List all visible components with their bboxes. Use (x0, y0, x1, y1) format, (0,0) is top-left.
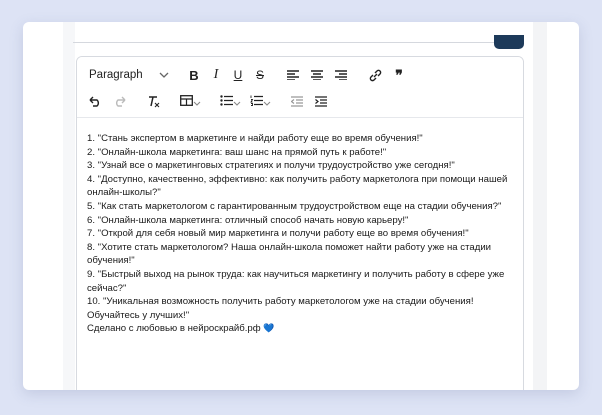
link-icon[interactable] (363, 64, 387, 86)
numbered-list-button[interactable] (245, 90, 275, 112)
bullet-list-button[interactable] (215, 90, 245, 112)
list-item: 1. "Стань экспертом в маркетинге и найди… (87, 133, 423, 144)
list-item: 10. "Уникальная возможность получить раб… (87, 296, 474, 321)
outdent-icon[interactable] (285, 90, 309, 112)
submit-button[interactable] (494, 35, 524, 49)
chevron-down-icon (193, 94, 201, 109)
rich-text-editor: Paragraph B I U S ❞ 1. "Стань экспертом … (76, 56, 524, 390)
editor-content[interactable]: 1. "Стань экспертом в маркетинге и найди… (77, 118, 523, 336)
format-select[interactable]: Paragraph (85, 64, 173, 86)
blue-heart-icon: 💙 (263, 323, 275, 334)
table-button[interactable] (175, 90, 205, 112)
list-item: 6. "Онлайн-школа маркетинга: отличный сп… (87, 214, 409, 226)
strikethrough-button[interactable]: S (249, 64, 271, 86)
list-item: 3. "Узнай все о маркетинговых стратегиях… (87, 160, 455, 172)
chevron-down-icon (263, 94, 271, 109)
redo-icon[interactable] (107, 90, 131, 112)
bullet-list-icon (219, 94, 233, 109)
toolbar-row-2 (77, 87, 523, 115)
chevron-down-icon (233, 94, 241, 109)
align-center-icon[interactable] (305, 64, 329, 86)
bold-button[interactable]: B (183, 64, 205, 86)
chevron-down-icon (159, 70, 169, 81)
signature-line: Сделано с любовью в нейроскрайб.рф 💙 (87, 322, 513, 336)
table-icon (179, 94, 193, 109)
editor-toolbar: Paragraph B I U S ❞ (77, 57, 523, 118)
list-item: 8. "Хотите стать маркетологом? Наша онла… (87, 241, 492, 267)
clear-format-icon[interactable] (141, 90, 165, 112)
indent-icon[interactable] (309, 90, 333, 112)
list-item: 2. "Онлайн-школа маркетинга: ваш шанс на… (87, 146, 387, 158)
left-gutter (63, 22, 75, 390)
signature-text: Сделано с любовью в нейроскрайб.рф (87, 323, 261, 335)
align-right-icon[interactable] (329, 64, 353, 86)
format-select-value: Paragraph (89, 69, 143, 81)
main-card: Paragraph B I U S ❞ 1. "Стань экспертом … (23, 22, 579, 390)
list-item: 9. "Быстрый выход на рынок труда: как на… (87, 268, 505, 294)
italic-button[interactable]: I (205, 64, 227, 86)
list-item: 5. "Как стать маркетологом с гарантирова… (87, 200, 502, 212)
toolbar-row-1: Paragraph B I U S ❞ (77, 61, 523, 89)
undo-icon[interactable] (83, 90, 107, 112)
blockquote-icon[interactable]: ❞ (387, 64, 411, 86)
underline-button[interactable]: U (227, 64, 249, 86)
numbered-list-icon (249, 94, 263, 109)
align-left-icon[interactable] (281, 64, 305, 86)
right-scrollbar[interactable] (533, 22, 547, 390)
list-item: 7. "Открой для себя новый мир маркетинга… (87, 228, 469, 240)
field-underline (73, 42, 523, 43)
list-item: 4. "Доступно, качественно, эффективно: к… (87, 173, 508, 199)
